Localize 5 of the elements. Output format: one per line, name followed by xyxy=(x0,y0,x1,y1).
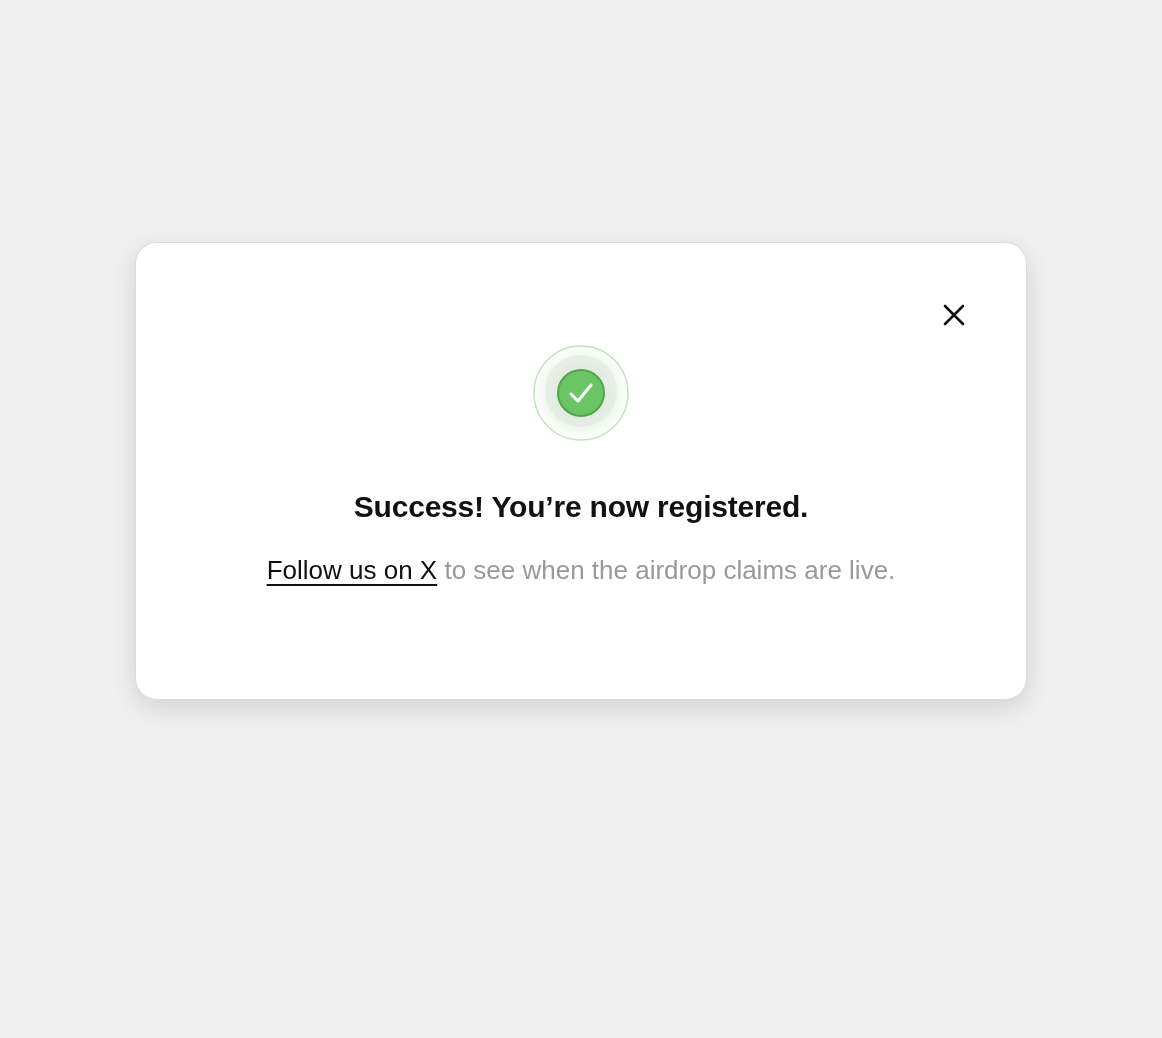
success-check-icon xyxy=(531,343,631,443)
follow-link[interactable]: Follow us on X xyxy=(266,555,438,585)
close-icon xyxy=(942,303,966,327)
follow-message: Follow us on X to see when the airdrop claims are live. xyxy=(265,554,897,587)
dialog-title: Success! You’re now registered. xyxy=(352,489,810,525)
